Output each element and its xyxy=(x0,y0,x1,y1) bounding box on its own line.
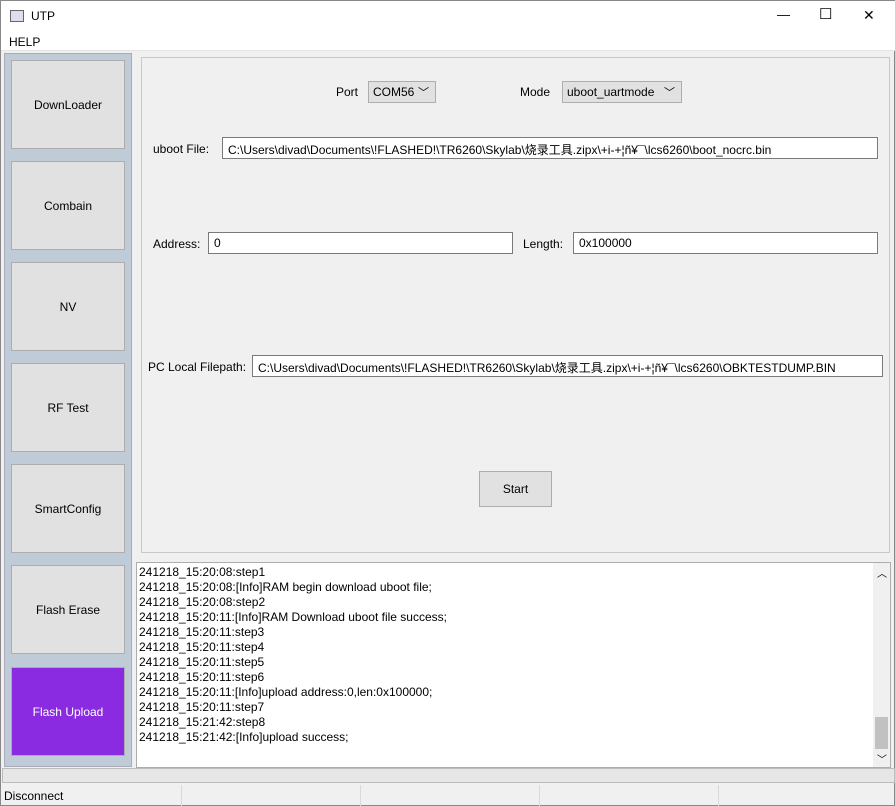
log-line: 241218_15:20:11:step3 xyxy=(139,625,265,639)
log-line: 241218_15:20:11:step6 xyxy=(139,670,265,684)
status-bar: Disconnect xyxy=(2,785,895,806)
uboot-file-input[interactable]: C:\Users\divad\Documents\!FLASHED!\TR626… xyxy=(222,137,878,159)
log-line: 241218_15:20:08:step2 xyxy=(139,595,266,609)
nav-downloader[interactable]: DownLoader xyxy=(11,60,125,149)
log-scrollbar[interactable]: ︿ ﹀ xyxy=(873,563,890,767)
log-line: 241218_15:20:08:step1 xyxy=(139,565,266,579)
log-line: 241218_15:20:11:step4 xyxy=(139,640,265,654)
log-line: 241218_15:21:42:step8 xyxy=(139,715,266,729)
log-line: 241218_15:20:11:[Info]RAM Download uboot… xyxy=(139,610,447,624)
log-line: 241218_15:20:11:step7 xyxy=(139,700,265,714)
menu-bar: HELP xyxy=(1,32,895,51)
nav-combain[interactable]: Combain xyxy=(11,161,125,250)
title-bar: UTP — ☐ ✕ xyxy=(1,1,895,32)
nav-rf-test[interactable]: RF Test xyxy=(11,363,125,452)
local-filepath-label: PC Local Filepath: xyxy=(148,360,247,374)
length-input[interactable]: 0x100000 xyxy=(573,232,878,254)
window-title: UTP xyxy=(31,9,55,23)
mode-value: uboot_uartmode xyxy=(567,85,655,99)
mode-label: Mode xyxy=(520,85,551,99)
maximize-button[interactable]: ☐ xyxy=(819,5,832,23)
scroll-up-icon[interactable]: ︿ xyxy=(877,565,887,580)
local-filepath-input[interactable]: C:\Users\divad\Documents\!FLASHED!\TR626… xyxy=(252,355,883,377)
close-button[interactable]: ✕ xyxy=(863,7,875,24)
nav-nv[interactable]: NV xyxy=(11,262,125,351)
status-connection: Disconnect xyxy=(2,785,182,806)
menu-help[interactable]: HELP xyxy=(9,35,40,49)
app-icon xyxy=(10,10,24,22)
port-select[interactable]: COM56 ﹀ xyxy=(368,81,436,103)
start-button[interactable]: Start xyxy=(479,471,552,507)
port-label: Port xyxy=(336,85,359,99)
status-panel xyxy=(719,785,895,806)
log-line: 241218_15:20:11:[Info]upload address:0,l… xyxy=(139,685,433,699)
status-panel xyxy=(540,785,719,806)
log-line: 241218_15:20:11:step5 xyxy=(139,655,265,669)
mode-select[interactable]: uboot_uartmode ﹀ xyxy=(562,81,682,103)
scroll-thumb[interactable] xyxy=(875,717,888,749)
length-label: Length: xyxy=(523,237,564,251)
progress-bar xyxy=(2,768,895,783)
minimize-button[interactable]: — xyxy=(777,7,790,22)
nav-flash-erase[interactable]: Flash Erase xyxy=(11,565,125,654)
nav-smartconfig[interactable]: SmartConfig xyxy=(11,464,125,553)
log-line: 241218_15:21:42:[Info]upload success; xyxy=(139,730,349,744)
chevron-down-icon: ﹀ xyxy=(418,87,429,99)
log-output[interactable]: 241218_15:20:08:step1 241218_15:20:08:[In… xyxy=(136,562,891,768)
upload-panel: Port COM56 ﹀ Mode uboot_uartmode ﹀ uboot F… xyxy=(141,57,890,553)
status-panel xyxy=(361,785,540,806)
chevron-down-icon: ﹀ xyxy=(664,87,675,99)
address-input[interactable]: 0 xyxy=(208,232,513,254)
uboot-file-label: uboot File: xyxy=(153,142,210,156)
sidebar: DownLoader Combain NV RF Test SmartConfi… xyxy=(4,53,132,767)
address-label: Address: xyxy=(153,237,201,251)
log-line: 241218_15:20:08:[Info]RAM begin download… xyxy=(139,580,432,594)
status-panel xyxy=(182,785,361,806)
port-value: COM56 xyxy=(373,85,415,99)
scroll-down-icon[interactable]: ﹀ xyxy=(877,751,887,766)
nav-flash-upload[interactable]: Flash Upload xyxy=(11,667,125,756)
